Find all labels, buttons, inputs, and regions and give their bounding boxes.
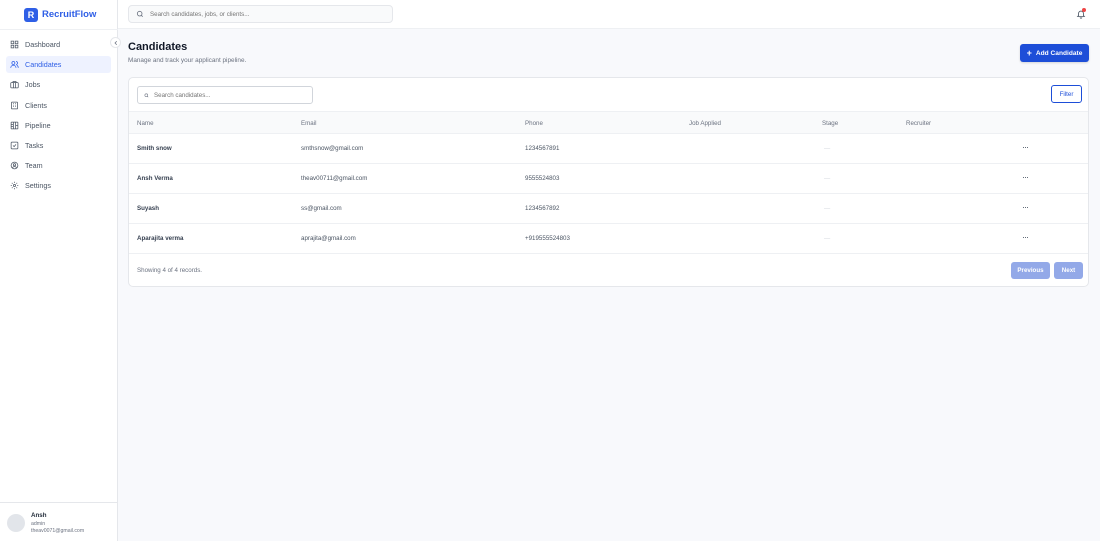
- sidebar-item-jobs[interactable]: Jobs: [6, 76, 111, 93]
- notification-badge: [1082, 8, 1086, 12]
- sidebar-item-label: Tasks: [25, 140, 44, 150]
- candidate-email: theav00711@gmail.com: [301, 175, 368, 182]
- avatar: [7, 514, 25, 532]
- brand-name: RecruitFlow: [42, 9, 97, 20]
- filter-button[interactable]: Filter: [1051, 85, 1082, 103]
- add-candidate-label: Add Candidate: [1035, 49, 1083, 57]
- candidate-email: smthsnow@gmail.com: [301, 145, 364, 152]
- sidebar-item-settings[interactable]: Settings: [6, 177, 111, 194]
- candidate-name[interactable]: Smith snow: [137, 145, 172, 152]
- sidebar-item-label: Clients: [25, 100, 47, 110]
- sidebar-item-candidates[interactable]: Candidates: [6, 56, 111, 74]
- global-search[interactable]: [128, 5, 393, 23]
- table-row[interactable]: Aparajita verma aprajita@gmail.com +9195…: [129, 224, 1088, 254]
- candidate-name[interactable]: Ansh Verma: [137, 175, 173, 182]
- sidebar-item-dashboard[interactable]: Dashboard: [6, 36, 111, 53]
- sidebar-item-label: Pipeline: [25, 120, 51, 130]
- search-icon: [136, 10, 143, 17]
- records-count: Showing 4 of 4 records.: [137, 267, 203, 274]
- sidebar-item-label: Jobs: [25, 80, 41, 90]
- plus-icon: +: [1026, 47, 1032, 58]
- table-row[interactable]: Smith snow smthsnow@gmail.com 1234567891…: [129, 134, 1088, 164]
- chevron-left-icon: [113, 40, 117, 45]
- candidate-stage: —: [824, 235, 831, 242]
- global-search-input[interactable]: [150, 10, 370, 18]
- sidebar-item-label: Team: [25, 161, 43, 171]
- top-header: [118, 0, 1100, 29]
- table-header: Name Email Phone Job Applied Stage Recru…: [129, 111, 1088, 134]
- column-header-phone[interactable]: Phone: [525, 120, 543, 127]
- previous-page-button[interactable]: Previous: [1011, 262, 1050, 279]
- candidate-search-input[interactable]: [154, 91, 312, 99]
- building-icon: [11, 101, 18, 109]
- sidebar-divider: [0, 29, 118, 30]
- candidate-stage: —: [824, 145, 831, 152]
- row-actions-menu[interactable]: ···: [1019, 142, 1031, 152]
- candidates-card: Filter Name Email Phone Job Applied Stag…: [128, 77, 1089, 287]
- table-row[interactable]: Ansh Verma theav00711@gmail.com 95555248…: [129, 164, 1088, 194]
- sidebar-nav: Dashboard Candidates Jobs Clients Pipeli…: [6, 36, 111, 198]
- user-name: Ansh: [31, 512, 47, 519]
- candidate-stage: —: [824, 205, 831, 212]
- candidate-name[interactable]: Suyash: [137, 205, 159, 212]
- candidate-phone: 1234567891: [525, 145, 560, 152]
- candidate-email: aprajita@gmail.com: [301, 235, 356, 242]
- candidate-stage: —: [824, 175, 831, 182]
- collapse-sidebar-button[interactable]: [110, 37, 121, 48]
- candidate-name[interactable]: Aparajita verma: [137, 235, 183, 242]
- sidebar-item-pipeline[interactable]: Pipeline: [6, 117, 111, 134]
- candidate-phone: 1234567892: [525, 205, 560, 212]
- sidebar-item-label: Candidates: [25, 60, 62, 70]
- brand-logo: R: [24, 7, 38, 22]
- user-circle-icon: [10, 161, 19, 170]
- table-row[interactable]: Suyash ss@gmail.com 1234567892 — ···: [129, 194, 1088, 224]
- sidebar-item-team[interactable]: Team: [6, 157, 111, 174]
- row-actions-menu[interactable]: ···: [1019, 172, 1031, 182]
- candidate-email: ss@gmail.com: [301, 205, 342, 212]
- sidebar-item-tasks[interactable]: Tasks: [6, 137, 111, 154]
- column-header-job-applied[interactable]: Job Applied: [689, 120, 721, 127]
- candidate-phone: 9555524803: [525, 175, 560, 182]
- table-search[interactable]: [137, 86, 313, 104]
- gear-icon: [10, 182, 19, 190]
- user-role: admin: [31, 521, 46, 527]
- dashboard-icon: [10, 40, 19, 49]
- row-actions-menu[interactable]: ···: [1019, 202, 1031, 212]
- page-title: Candidates: [128, 41, 188, 53]
- checkbox-icon: [10, 141, 19, 150]
- search-icon: [144, 93, 149, 97]
- page-subtitle: Manage and track your applicant pipeline…: [128, 57, 247, 64]
- user-profile[interactable]: Ansh admin theav0071@gmail.com: [0, 502, 118, 541]
- sidebar-item-label: Settings: [25, 181, 51, 191]
- users-icon: [10, 61, 19, 69]
- column-header-email[interactable]: Email: [301, 120, 316, 127]
- column-header-stage[interactable]: Stage: [822, 120, 838, 127]
- sidebar-item-label: Dashboard: [25, 40, 61, 49]
- column-header-name[interactable]: Name: [137, 120, 154, 127]
- add-candidate-button[interactable]: + Add Candidate: [1020, 44, 1089, 62]
- column-header-recruiter[interactable]: Recruiter: [906, 120, 931, 127]
- row-actions-menu[interactable]: ···: [1019, 232, 1031, 242]
- brand[interactable]: R RecruitFlow: [24, 7, 96, 22]
- sidebar: R RecruitFlow Dashboard Candidates Jobs …: [0, 0, 118, 541]
- candidate-phone: +919555524803: [525, 235, 570, 242]
- sidebar-item-clients[interactable]: Clients: [6, 97, 111, 114]
- pipeline-icon: [10, 121, 19, 129]
- next-page-button[interactable]: Next: [1054, 262, 1083, 279]
- user-email: theav0071@gmail.com: [31, 528, 85, 534]
- briefcase-icon: [10, 81, 19, 89]
